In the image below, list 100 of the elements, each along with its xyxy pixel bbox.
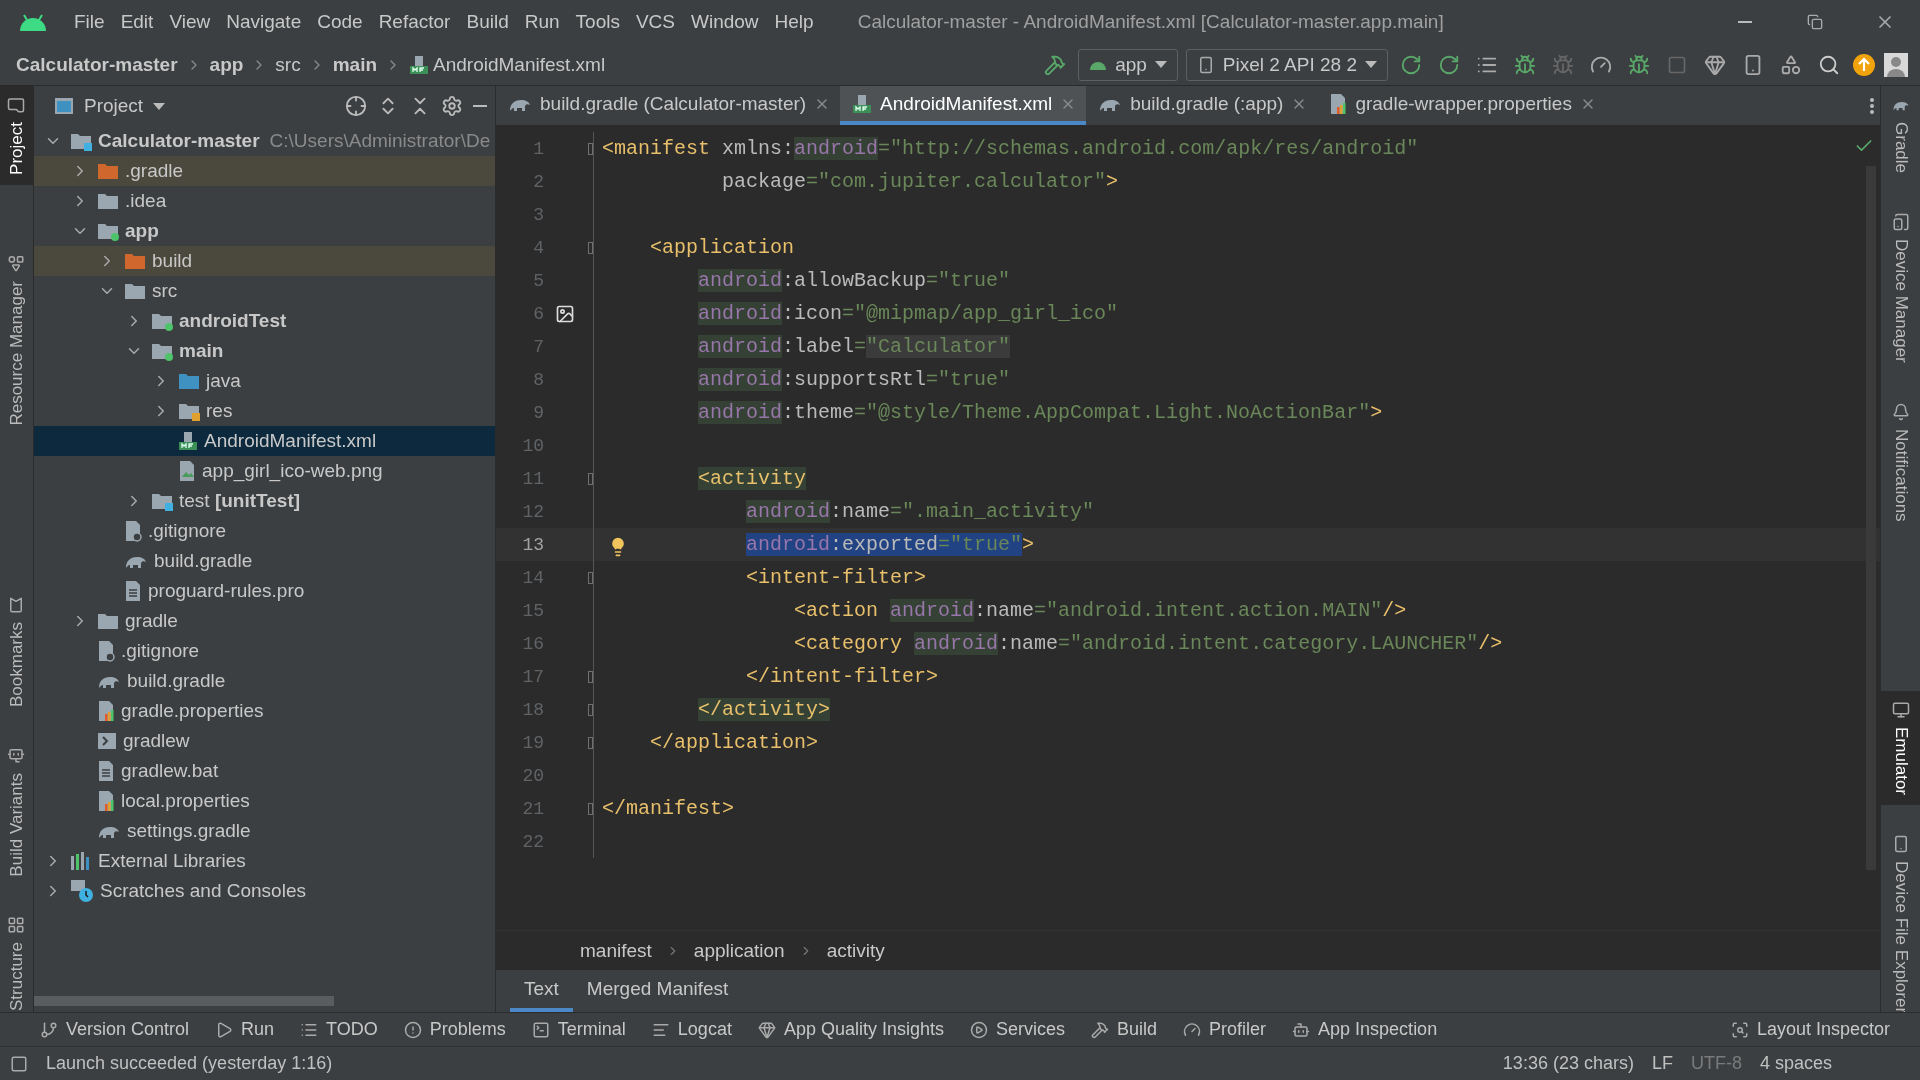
editor-tab[interactable]: build.gradle (:app) (1086, 86, 1318, 125)
breadcrumb-item[interactable]: app (209, 53, 244, 76)
menu-item[interactable]: File (66, 7, 113, 37)
tree-item[interactable]: AndroidManifest.xml (34, 426, 495, 456)
tree-item[interactable]: gradle.properties (34, 696, 495, 726)
tool-window-button[interactable]: Run (215, 1019, 275, 1040)
menu-item[interactable]: Window (683, 7, 767, 37)
ignored-file-icon (97, 640, 115, 662)
tree-item[interactable]: .gitignore (34, 636, 495, 666)
line-number: 10 (521, 435, 544, 456)
menu-item[interactable]: Help (766, 7, 822, 37)
tree-item[interactable]: Scratches and Consoles (34, 876, 495, 906)
fold-marker[interactable] (588, 241, 593, 254)
fold-marker[interactable] (588, 142, 593, 155)
tool-window-tab[interactable]: Notifications (1881, 392, 1920, 532)
editor-mode-tab[interactable]: Text (510, 970, 573, 1012)
menu-item[interactable]: Tools (567, 7, 628, 37)
tool-window-button[interactable]: App Quality Insights (757, 1019, 944, 1040)
tree-item[interactable]: main (34, 336, 495, 366)
tree-item[interactable]: .gradle (34, 156, 495, 186)
breadcrumb-item[interactable]: application (693, 939, 785, 962)
editor-tab[interactable]: build.gradle (Calculator-master) (496, 86, 841, 125)
tree-item[interactable]: androidTest (34, 306, 495, 336)
fold-marker[interactable] (588, 670, 593, 683)
tool-window-tab[interactable]: Resource Manager (0, 244, 33, 436)
tree-item[interactable]: res (34, 396, 495, 426)
project-view-dropdown[interactable]: Project (48, 94, 172, 118)
tool-window-button[interactable]: Profiler (1183, 1019, 1267, 1040)
hammer-icon (1091, 1020, 1109, 1039)
tool-window-button[interactable]: Build (1091, 1019, 1158, 1040)
fold-marker[interactable] (588, 802, 593, 815)
breadcrumb-item[interactable]: src (275, 53, 301, 76)
tool-window-tab[interactable]: Gradle (1881, 86, 1920, 184)
tool-window-button[interactable]: Services (970, 1019, 1065, 1040)
menu-item[interactable]: View (161, 7, 219, 37)
tool-window-button[interactable]: TODO (300, 1019, 378, 1040)
tree-item[interactable]: gradlew.bat (34, 756, 495, 786)
scrollbar[interactable] (34, 996, 334, 1006)
menu-item[interactable]: Refactor (370, 7, 459, 37)
menu-item[interactable]: Navigate (218, 7, 310, 37)
code-text: android:name=".main_activity" (745, 500, 1095, 523)
tool-window-tab[interactable]: Device Manager (1881, 203, 1920, 373)
tree-item[interactable]: proguard-rules.pro (34, 576, 495, 606)
tool-window-button[interactable]: App Inspection (1292, 1019, 1438, 1040)
tree-item[interactable]: Calculator-master C:\Users\Administrator\De (34, 126, 495, 156)
script-file-icon (97, 732, 117, 750)
tree-item[interactable]: build.gradle (34, 666, 495, 696)
folder-icon (97, 221, 119, 241)
tree-item[interactable]: settings.gradle (34, 816, 495, 846)
avatar-icon (1884, 52, 1908, 77)
tree-item-label: Calculator-master (98, 130, 260, 152)
tool-window-tab[interactable]: Build Variants (0, 736, 33, 887)
menu-item[interactable]: Edit (112, 7, 162, 37)
debug-icon (1628, 53, 1650, 76)
tree-item[interactable]: gradlew (34, 726, 495, 756)
tree-item[interactable]: src (34, 276, 495, 306)
menu-item[interactable]: Run (516, 7, 568, 37)
manifest-file-icon (852, 93, 873, 114)
module-dropdown[interactable]: app (1078, 48, 1178, 81)
line-separator[interactable]: LF (1651, 1053, 1673, 1074)
fold-marker[interactable] (588, 736, 593, 749)
device-dropdown[interactable]: Pixel 2 API 28 2 (1185, 48, 1388, 81)
tree-item[interactable]: local.properties (34, 786, 495, 816)
gem-icon (757, 1020, 776, 1039)
tool-window-tab[interactable]: Bookmarks (0, 585, 33, 717)
fold-marker[interactable] (588, 571, 593, 584)
editor-tab[interactable]: gradle-wrapper.properties (1317, 86, 1606, 125)
editor-mode-tab[interactable]: Merged Manifest (572, 970, 743, 1012)
tree-item[interactable]: app (34, 216, 495, 246)
breadcrumb-item[interactable]: main (332, 53, 378, 76)
tree-item[interactable]: app_girl_ico-web.png (34, 456, 495, 486)
breadcrumb-item[interactable]: manifest (580, 939, 652, 962)
breadcrumb-item[interactable]: Calculator-master (16, 53, 178, 76)
breadcrumb-item[interactable]: activity (826, 939, 885, 962)
tree-item[interactable]: build.gradle (34, 546, 495, 576)
tool-window-button[interactable]: Logcat (651, 1019, 732, 1040)
menu-item[interactable]: Code (309, 7, 371, 37)
tool-window-tab[interactable]: Emulator (1881, 691, 1920, 806)
breadcrumb-item[interactable]: AndroidManifest.xml (409, 53, 606, 76)
fold-marker[interactable] (588, 703, 593, 716)
tree-item[interactable]: test [unitTest] (34, 486, 495, 516)
text-file-icon (97, 760, 115, 782)
menu-item[interactable]: VCS (627, 7, 683, 37)
tool-window-button[interactable]: Problems (403, 1019, 506, 1040)
tree-item[interactable]: External Libraries (34, 846, 495, 876)
editor-tab[interactable]: AndroidManifest.xml (840, 86, 1087, 125)
tree-item[interactable]: java (34, 366, 495, 396)
tool-window-tab[interactable]: Project (0, 86, 33, 185)
tree-item[interactable]: .idea (34, 186, 495, 216)
tree-item[interactable]: gradle (34, 606, 495, 636)
indent-setting[interactable]: 4 spaces (1759, 1053, 1832, 1074)
tool-window-button[interactable]: Terminal (531, 1019, 626, 1040)
fold-marker[interactable] (588, 472, 593, 485)
menu-item[interactable]: Build (458, 7, 517, 37)
devices-icon (1891, 213, 1910, 232)
tree-item[interactable]: .gitignore (34, 516, 495, 546)
tool-window-tab[interactable]: Structure (0, 906, 33, 1022)
caret-position[interactable]: 13:36 (23 chars) (1502, 1053, 1634, 1074)
tree-item[interactable]: build (34, 246, 495, 276)
tool-window-button[interactable]: Version Control (40, 1019, 190, 1040)
